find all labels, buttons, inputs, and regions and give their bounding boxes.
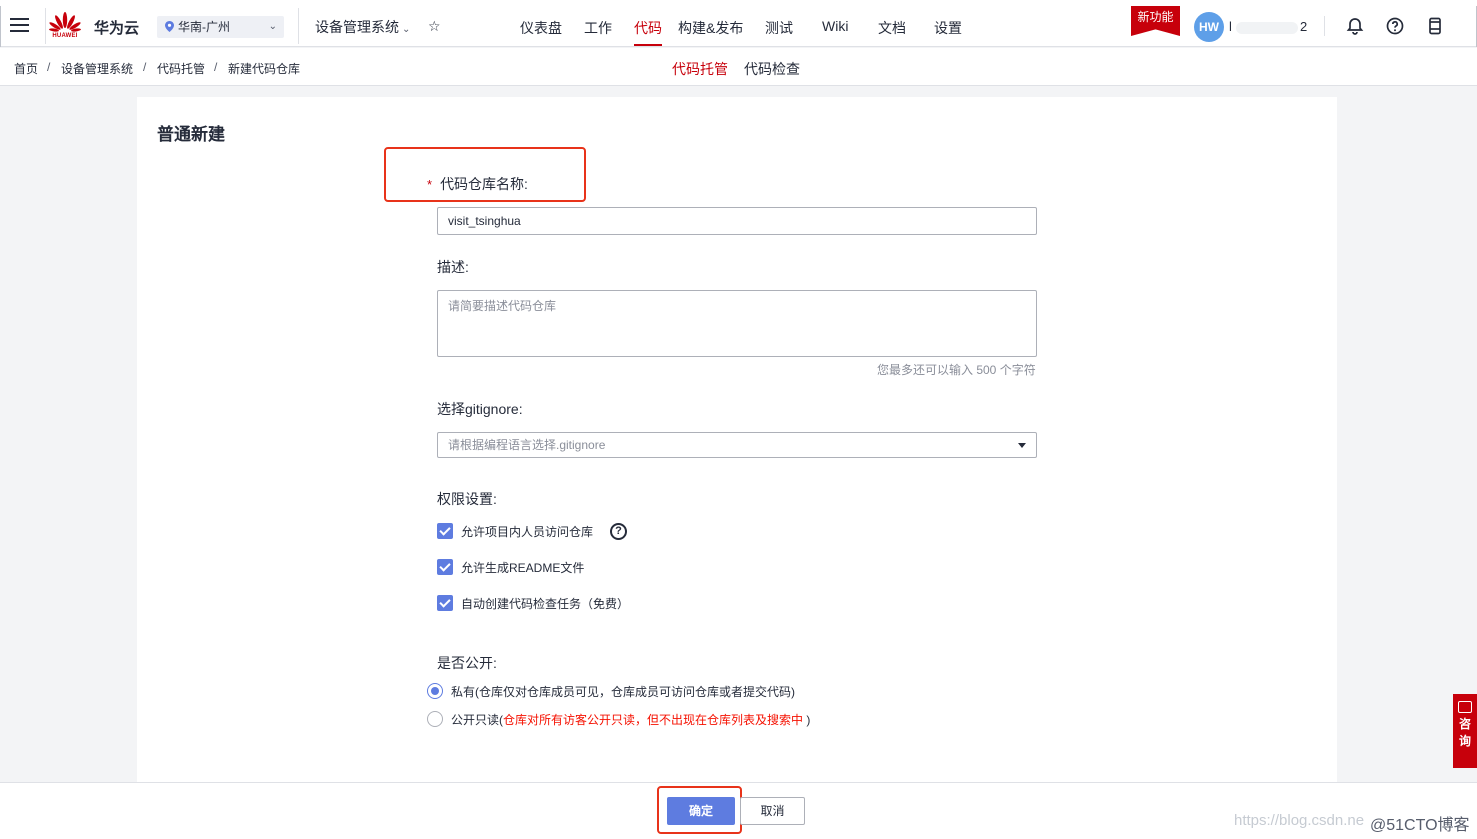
new-feature-badge[interactable]: 新功能 — [1131, 6, 1180, 36]
radio-private[interactable] — [427, 683, 443, 699]
permission-checkbox-project-access[interactable] — [437, 523, 453, 539]
public-option-suffix: ) — [803, 713, 811, 727]
permission-checkbox-readme[interactable] — [437, 559, 453, 575]
menu-icon[interactable] — [10, 18, 29, 32]
cancel-button[interactable]: 取消 — [740, 797, 805, 825]
breadcrumb-code-hosting[interactable]: 代码托管 — [157, 60, 205, 77]
divider — [45, 8, 46, 44]
watermark-url: https://blog.csdn.ne — [1234, 812, 1365, 829]
project-label: 设备管理系统 — [315, 19, 399, 35]
breadcrumb-separator: / — [143, 60, 147, 74]
help-icon[interactable] — [1386, 17, 1404, 35]
nav-test[interactable]: 测试 — [765, 18, 793, 38]
nav-build-release[interactable]: 构建&发布 — [678, 18, 743, 38]
huawei-logo[interactable]: HUAWEI — [49, 12, 81, 42]
star-icon[interactable]: ☆ — [428, 18, 441, 35]
question-icon[interactable]: ? — [610, 523, 627, 540]
avatar[interactable]: HW — [1194, 12, 1224, 42]
public-option-warning: 仓库对所有访客公开只读，但不出现在仓库列表及搜索中 — [503, 713, 804, 727]
chevron-down-icon: ⌄ — [268, 21, 277, 32]
tab-code-check[interactable]: 代码检查 — [744, 59, 800, 79]
region-selector[interactable]: 华南-广州 ⌄ — [157, 16, 284, 38]
bell-icon[interactable] — [1346, 17, 1364, 35]
nav-work[interactable]: 工作 — [584, 18, 612, 38]
gitignore-placeholder: 请根据编程语言选择.gitignore — [448, 438, 606, 452]
chevron-down-icon: ⌄ — [402, 24, 411, 35]
visibility-label: 是否公开: — [437, 655, 497, 671]
window-edge — [0, 6, 1, 47]
permission-label-readme[interactable]: 允许生成README文件 — [461, 559, 584, 576]
repo-name-label-text: 代码仓库名称: — [440, 176, 528, 192]
project-selector[interactable]: 设备管理系统 ⌄ — [315, 17, 410, 37]
permission-checkbox-code-check[interactable] — [437, 595, 453, 611]
consult-char-1: 咨 — [1458, 717, 1471, 731]
repo-name-input[interactable]: visit_tsinghua — [437, 207, 1037, 235]
required-mark: * — [427, 177, 433, 192]
confirm-button[interactable]: 确定 — [667, 797, 735, 825]
breadcrumb-home[interactable]: 首页 — [14, 60, 38, 77]
radio-public-readonly[interactable] — [427, 711, 443, 727]
divider — [298, 8, 299, 44]
brand-text: HUAWEI — [52, 33, 78, 39]
consult-char-2: 询 — [1458, 734, 1471, 748]
username-start[interactable]: l — [1229, 19, 1232, 34]
public-option-prefix: 公开只读( — [451, 713, 503, 727]
char-limit-hint: 您最多还可以输入 500 个字符 — [877, 363, 1036, 377]
gitignore-label: 选择gitignore: — [437, 401, 523, 417]
watermark-site: @51CTO博客 — [1370, 817, 1470, 834]
radio-public-readonly-label[interactable]: 公开只读(仓库对所有访客公开只读，但不出现在仓库列表及搜索中 ) — [451, 711, 810, 728]
repo-name-label: * 代码仓库名称: — [427, 174, 528, 194]
location-pin-icon — [165, 21, 174, 32]
mobile-icon[interactable] — [1426, 17, 1444, 35]
permission-label: 权限设置: — [437, 491, 497, 507]
breadcrumb-bar: 首页 / 设备管理系统 / 代码托管 / 新建代码仓库 代码托管 代码检查 — [0, 48, 1477, 86]
huawei-petal-icon — [49, 12, 81, 32]
cloud-name: 华为云 — [94, 20, 140, 37]
page-title: 普通新建 — [157, 125, 225, 144]
breadcrumb-separator: / — [214, 60, 218, 74]
nav-code[interactable]: 代码 — [634, 18, 662, 38]
nav-docs[interactable]: 文档 — [878, 18, 906, 38]
radio-private-label[interactable]: 私有(仓库仅对仓库成员可见，仓库成员可访问仓库或者提交代码) — [451, 683, 795, 700]
breadcrumb-current: 新建代码仓库 — [228, 62, 301, 76]
permission-label-code-check[interactable]: 自动创建代码检查任务（免费） — [461, 595, 629, 612]
chat-icon — [1458, 701, 1472, 713]
description-textarea[interactable]: 请简要描述代码仓库 — [437, 290, 1037, 357]
permission-label-project-access[interactable]: 允许项目内人员访问仓库 — [461, 523, 593, 540]
consult-button[interactable]: 咨 询 — [1453, 694, 1477, 768]
tab-code-hosting[interactable]: 代码托管 — [672, 59, 728, 79]
top-navigation-bar: HUAWEI 华为云 华南-广州 ⌄ 设备管理系统 ⌄ ☆ 仪表盘 工作 代码 构… — [0, 0, 1477, 47]
gitignore-select[interactable]: 请根据编程语言选择.gitignore — [437, 432, 1037, 458]
breadcrumb-separator: / — [47, 60, 51, 74]
username-redacted — [1236, 22, 1298, 34]
nav-dashboard[interactable]: 仪表盘 — [520, 18, 562, 38]
nav-settings[interactable]: 设置 — [934, 18, 962, 38]
username-end[interactable]: 2 — [1300, 19, 1307, 34]
caret-down-icon — [1018, 443, 1026, 448]
divider — [1324, 16, 1325, 36]
region-label: 华南-广州 — [178, 20, 230, 34]
breadcrumb-project[interactable]: 设备管理系统 — [61, 60, 133, 77]
active-nav-indicator — [634, 44, 662, 46]
nav-wiki[interactable]: Wiki — [822, 18, 848, 34]
description-label: 描述: — [437, 259, 469, 275]
